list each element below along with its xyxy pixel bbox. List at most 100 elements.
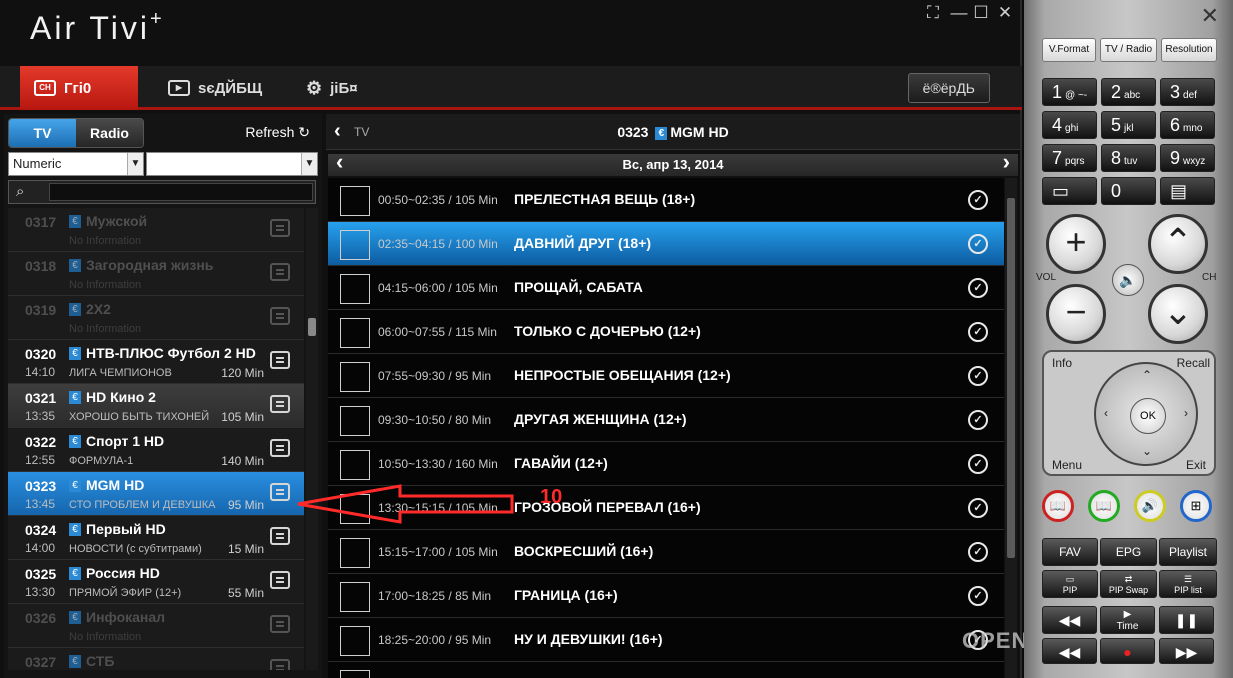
group-select[interactable]: ▼ — [146, 152, 318, 176]
reminder-clock-icon[interactable]: ✓ — [968, 278, 988, 298]
reminder-clock-icon[interactable]: ✓ — [968, 190, 988, 210]
minimize-icon[interactable]: — — [950, 4, 968, 23]
channel-row[interactable]: 0324 € Первый HD 14:00 НОВОСТИ (с субтитрами… — [8, 516, 304, 560]
scrollbar-thumb[interactable] — [1007, 198, 1015, 558]
pip-button[interactable]: ▭ PIP — [1042, 570, 1098, 598]
schedule-record-icon[interactable] — [270, 571, 290, 589]
epg-row[interactable] — [328, 662, 1004, 678]
key-2[interactable]: 2 abc — [1101, 78, 1156, 106]
exit-label[interactable]: Exit — [1186, 458, 1206, 472]
event-checkbox[interactable] — [340, 406, 370, 436]
resolution-button[interactable]: Resolution — [1161, 38, 1217, 62]
event-checkbox[interactable] — [340, 626, 370, 656]
yellow-button[interactable]: 🔊 — [1134, 490, 1166, 522]
event-checkbox[interactable] — [340, 362, 370, 392]
event-checkbox[interactable] — [340, 186, 370, 216]
volume-up-button[interactable]: + — [1046, 214, 1106, 274]
schedule-record-icon[interactable] — [270, 615, 290, 633]
channel-list-scrollbar[interactable] — [306, 208, 318, 670]
epg-row[interactable]: 04:15~06:00 / 105 Min ПРОЩАЙ, САБАТА ✓ — [328, 266, 1004, 310]
prev-button[interactable]: ◀◀ — [1042, 638, 1097, 664]
key-11[interactable]: 0 — [1101, 177, 1156, 205]
pip-swap-button[interactable]: ⇄ PIP Swap — [1100, 570, 1157, 598]
key-1[interactable]: 1 @ ~- — [1042, 78, 1097, 106]
event-checkbox[interactable] — [340, 318, 370, 348]
channel-row[interactable]: 0327 € СТБ — [8, 648, 304, 670]
key-5[interactable]: 5 jkl — [1101, 111, 1156, 139]
tab-recordings[interactable]: ▶ ѕєДЙБЩ — [154, 66, 276, 110]
reminder-clock-icon[interactable]: ✓ — [968, 410, 988, 430]
channel-row[interactable]: 0326 € Инфоканал No Information — [8, 604, 304, 648]
schedule-record-icon[interactable] — [270, 527, 290, 545]
mute-icon[interactable]: 🔈 — [1112, 264, 1144, 296]
menu-label[interactable]: Menu — [1052, 458, 1082, 472]
playlist-button[interactable]: Playlist — [1159, 538, 1217, 566]
tv-radio-button[interactable]: TV / Radio — [1100, 38, 1157, 62]
epg-row[interactable]: 09:30~10:50 / 80 Min ДРУГАЯ ЖЕНЩИНА (12+)… — [328, 398, 1004, 442]
epg-button[interactable]: EPG — [1100, 538, 1157, 566]
channel-row[interactable]: 0319 €2Х2 No Information — [8, 296, 304, 340]
pause-button[interactable]: ❚❚ — [1159, 606, 1214, 634]
fav-button[interactable]: FAV — [1042, 538, 1098, 566]
tab-tv[interactable]: CH Ггі0 — [20, 66, 138, 110]
top-right-button[interactable]: ё®ёрДЬ — [907, 73, 990, 103]
channel-row[interactable]: 0321 € HD Кино 2 13:35 ХОРОШО БЫТЬ ТИХОНЕЙ 10… — [8, 384, 304, 428]
rewind-button[interactable]: ◀◀ — [1042, 606, 1097, 634]
refresh-button[interactable]: Refresh ↻ — [245, 124, 310, 141]
channel-row[interactable]: 0320 € НТВ-ПЛЮС Футбол 2 HD 14:10 ЛИГА ЧЕМПИ… — [8, 340, 304, 384]
epg-row[interactable]: 00:50~02:35 / 105 Min ПРЕЛЕСТНАЯ ВЕЩЬ (18… — [328, 178, 1004, 222]
epg-row[interactable]: 18:25~20:00 / 95 Min НУ И ДЕВУШКИ! (16+) ✓ — [328, 618, 1004, 662]
schedule-record-icon[interactable] — [270, 439, 290, 457]
channel-row[interactable]: 0323 € MGM HD 13:45 СТО ПРОБЛЕМ И ДЕВУШКА 95 … — [8, 472, 304, 516]
reminder-clock-icon[interactable]: ✓ — [968, 542, 988, 562]
schedule-record-icon[interactable] — [270, 263, 290, 281]
recall-label[interactable]: Recall — [1177, 356, 1210, 370]
event-checkbox[interactable] — [340, 450, 370, 480]
channel-down-button[interactable]: ⌄ — [1148, 284, 1208, 344]
green-button[interactable]: 📖 — [1088, 490, 1120, 522]
fullscreen-icon[interactable]: ⛶ — [924, 4, 942, 23]
key-10[interactable]: ▭ — [1042, 177, 1097, 205]
vformat-button[interactable]: V.Format — [1042, 38, 1096, 62]
event-checkbox[interactable] — [340, 274, 370, 304]
reminder-clock-icon[interactable]: ✓ — [968, 366, 988, 386]
key-7[interactable]: 7 pqrs — [1042, 144, 1097, 172]
epg-row[interactable]: 15:15~17:00 / 105 Min ВОСКРЕСШИЙ (16+) ✓ — [328, 530, 1004, 574]
next-button[interactable]: ▶▶ — [1159, 638, 1214, 664]
channel-row[interactable]: 0318 € Загородная жизнь No Information — [8, 252, 304, 296]
next-day-icon[interactable]: › — [1003, 151, 1010, 173]
ok-button[interactable]: OK — [1130, 398, 1166, 434]
reminder-clock-icon[interactable]: ✓ — [968, 322, 988, 342]
blue-button[interactable]: ⊞ — [1180, 490, 1212, 522]
reminder-clock-icon[interactable]: ✓ — [968, 454, 988, 474]
scrollbar-thumb[interactable] — [308, 318, 316, 336]
reminder-clock-icon[interactable]: ✓ — [968, 586, 988, 606]
schedule-record-icon[interactable] — [270, 219, 290, 237]
record-button[interactable]: ● — [1100, 638, 1155, 664]
key-8[interactable]: 8 tuv — [1101, 144, 1156, 172]
epg-row[interactable]: 17:00~18:25 / 85 Min ГРАНИЦА (16+) ✓ — [328, 574, 1004, 618]
tab-radio-list[interactable]: Radio — [76, 119, 143, 147]
event-checkbox[interactable] — [340, 670, 370, 678]
direction-ring[interactable]: ⌃ ⌄ ‹ › OK — [1094, 362, 1198, 466]
event-checkbox[interactable] — [340, 582, 370, 612]
down-arrow-icon[interactable]: ⌄ — [1142, 444, 1152, 458]
info-label[interactable]: Info — [1052, 356, 1072, 370]
epg-row[interactable]: 07:55~09:30 / 95 Min НЕПРОСТЫЕ ОБЕЩАНИЯ (… — [328, 354, 1004, 398]
tab-settings[interactable]: ⚙ јіБ¤ — [292, 66, 372, 110]
event-checkbox[interactable] — [340, 230, 370, 260]
red-button[interactable]: 📖 — [1042, 490, 1074, 522]
schedule-record-icon[interactable] — [270, 483, 290, 501]
close-icon[interactable]: ✕ — [996, 4, 1014, 23]
key-6[interactable]: 6 mno — [1160, 111, 1215, 139]
remote-close-icon[interactable]: ✕ — [1201, 3, 1219, 29]
schedule-record-icon[interactable] — [270, 659, 290, 670]
epg-scrollbar[interactable] — [1005, 178, 1017, 678]
epg-row[interactable]: 02:35~04:15 / 100 Min ДАВНИЙ ДРУГ (18+) ✓ — [328, 222, 1004, 266]
channel-up-button[interactable]: ⌃ — [1148, 214, 1208, 274]
schedule-record-icon[interactable] — [270, 307, 290, 325]
volume-down-button[interactable]: − — [1046, 284, 1106, 344]
timeshift-button[interactable]: ▶ Time — [1100, 606, 1155, 634]
epg-row[interactable]: 06:00~07:55 / 115 Min ТОЛЬКО С ДОЧЕРЬЮ (1… — [328, 310, 1004, 354]
key-9[interactable]: 9 wxyz — [1160, 144, 1215, 172]
